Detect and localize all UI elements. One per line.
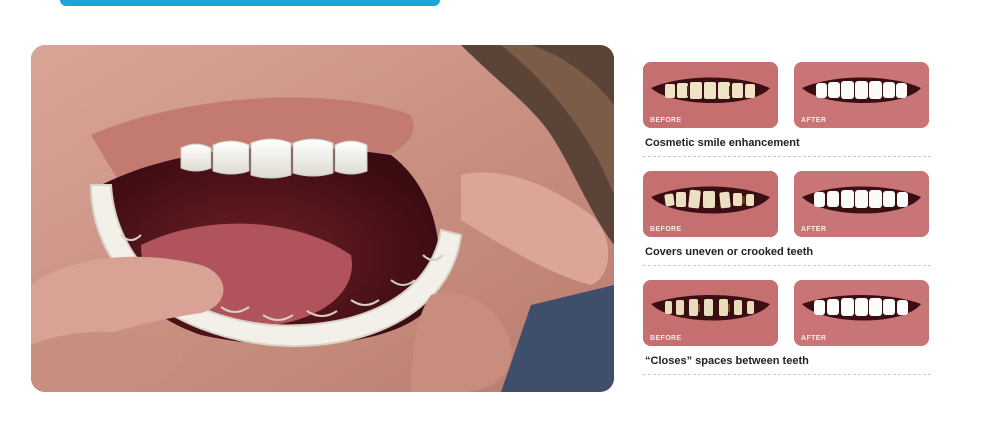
dashed-divider [643, 265, 931, 266]
comparison-row: BEFORE AFTER “Closes” spaces between tee… [643, 280, 933, 389]
after-label: AFTER [801, 335, 827, 342]
before-label: BEFORE [650, 226, 682, 233]
accent-bar [60, 0, 440, 6]
hero-photo-veneer-insertion [31, 45, 614, 392]
comparison-caption: “Closes” spaces between teeth [645, 355, 809, 367]
before-photo: BEFORE [643, 62, 778, 128]
comparison-caption: Covers uneven or crooked teeth [645, 246, 814, 258]
comparison-caption: Cosmetic smile enhancement [645, 137, 800, 149]
after-photo: AFTER [794, 280, 929, 346]
before-label: BEFORE [650, 117, 682, 124]
after-photo: AFTER [794, 171, 929, 237]
dashed-divider [643, 156, 931, 157]
after-label: AFTER [801, 117, 827, 124]
comparison-row: BEFORE AFTER Covers uneven or crooked te… [643, 171, 933, 280]
before-photo: BEFORE [643, 280, 778, 346]
before-label: BEFORE [650, 335, 682, 342]
after-label: AFTER [801, 226, 827, 233]
comparison-row: BEFORE AFTER Cosmetic smile enhancement [643, 62, 933, 171]
after-photo: AFTER [794, 62, 929, 128]
dashed-divider [643, 374, 931, 375]
before-photo: BEFORE [643, 171, 778, 237]
